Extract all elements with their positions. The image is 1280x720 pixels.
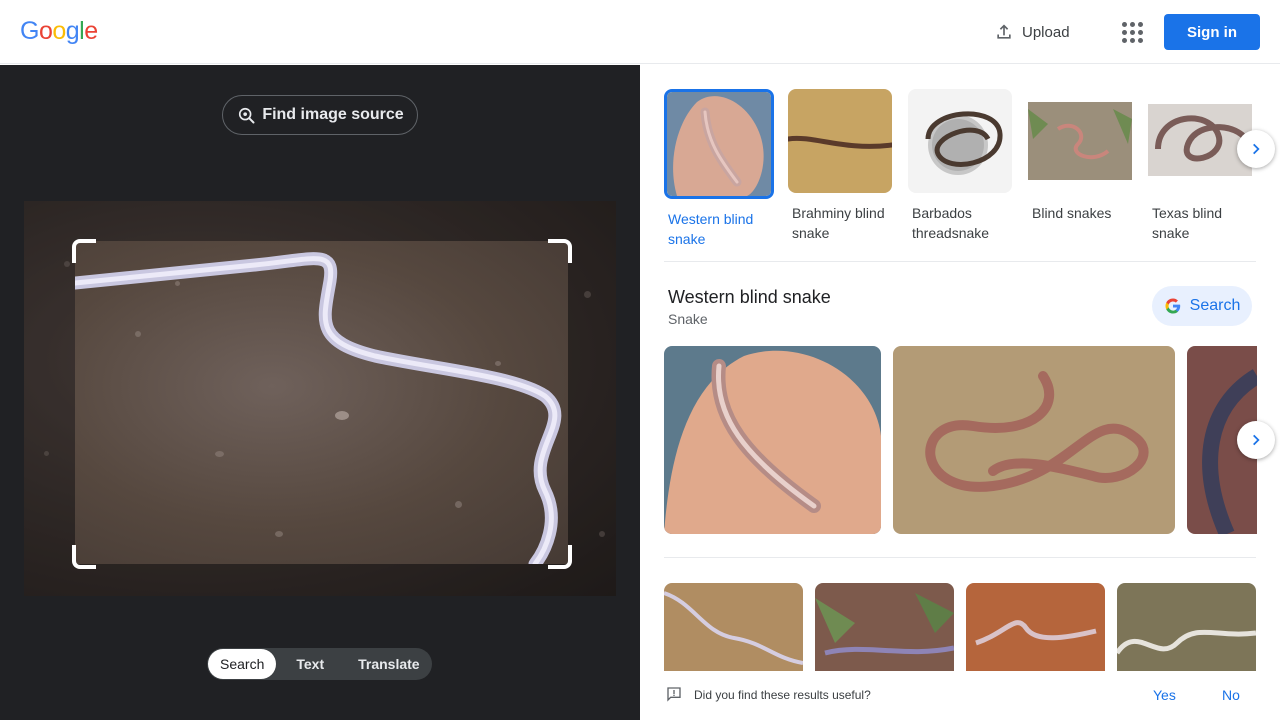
uploaded-photo bbox=[24, 201, 616, 596]
mode-translate-tab[interactable]: Translate bbox=[346, 649, 431, 679]
entity-thumbnail bbox=[1148, 89, 1252, 193]
chevron-right-icon bbox=[1253, 434, 1260, 446]
result-image[interactable] bbox=[893, 346, 1175, 534]
divider bbox=[664, 557, 1256, 558]
entity-chip-blind-snakes[interactable]: Blind snakes bbox=[1028, 89, 1138, 223]
logo-letter: o bbox=[38, 17, 53, 45]
entity-label: Western blind snake bbox=[668, 211, 754, 247]
entity-thumbnail bbox=[664, 89, 774, 199]
find-image-source-label: Find image source bbox=[262, 106, 404, 123]
result-image[interactable] bbox=[664, 346, 881, 534]
crop-handle-top-right[interactable] bbox=[548, 239, 572, 263]
upload-button[interactable]: Upload bbox=[984, 12, 1074, 52]
entity-chip-texas-blind-snake[interactable]: Texas blind snake bbox=[1148, 89, 1258, 243]
feedback-question: Did you find these results useful? bbox=[694, 688, 871, 702]
entity-thumbnail bbox=[788, 89, 892, 193]
lens-mode-switch: Search Text Translate bbox=[207, 648, 432, 680]
logo-letter: o bbox=[52, 17, 66, 45]
feedback-icon bbox=[667, 687, 681, 702]
result-title: Western blind snake bbox=[668, 287, 831, 307]
visual-match-image[interactable] bbox=[1117, 583, 1256, 673]
entity-chip-western-blind-snake[interactable]: Western blind snake bbox=[664, 89, 774, 249]
divider bbox=[664, 261, 1256, 262]
visual-match-image[interactable] bbox=[815, 583, 954, 673]
google-logo[interactable]: Google bbox=[20, 17, 98, 46]
feedback-bar: Did you find these results useful? Yes N… bbox=[640, 671, 1280, 720]
sign-in-button[interactable]: Sign in bbox=[1164, 14, 1260, 50]
entity-thumbnail bbox=[908, 89, 1012, 193]
entity-chip-brahminy-blind-snake[interactable]: Brahminy blind snake bbox=[788, 89, 898, 243]
logo-letter: e bbox=[84, 17, 98, 45]
related-entities-carousel: Western blind snake Brahminy blind snake bbox=[664, 89, 1264, 249]
entity-label: Barbados threadsnake bbox=[912, 205, 990, 241]
mode-search-tab[interactable]: Search bbox=[208, 649, 277, 679]
result-subtitle: Snake bbox=[668, 311, 708, 327]
feedback-no-button[interactable]: No bbox=[1222, 687, 1240, 703]
crop-handle-top-left[interactable] bbox=[72, 239, 96, 263]
visual-match-image[interactable] bbox=[664, 583, 803, 673]
google-apps-icon[interactable] bbox=[1118, 14, 1146, 50]
crop-handle-bottom-left[interactable] bbox=[72, 545, 96, 569]
carousel-next-button[interactable] bbox=[1237, 130, 1275, 168]
chevron-right-icon bbox=[1253, 143, 1260, 155]
google-g-icon bbox=[1165, 298, 1180, 314]
lens-search-icon bbox=[239, 107, 255, 124]
entity-chip-barbados-threadsnake[interactable]: Barbados threadsnake bbox=[908, 89, 1018, 243]
find-image-source-button[interactable]: Find image source bbox=[222, 95, 418, 135]
snake-in-photo bbox=[75, 252, 562, 564]
crop-region[interactable] bbox=[75, 241, 568, 564]
entity-thumbnail bbox=[1028, 89, 1132, 193]
entity-label: Blind snakes bbox=[1032, 205, 1112, 221]
upload-label: Upload bbox=[1022, 23, 1070, 41]
results-pane: Western blind snake Brahminy blind snake bbox=[640, 65, 1280, 720]
upload-icon bbox=[997, 24, 1011, 39]
entity-label: Texas blind snake bbox=[1152, 205, 1223, 241]
logo-letter: G bbox=[20, 17, 39, 45]
image-viewer-pane: Find image source Search Text Translate bbox=[0, 65, 640, 720]
feedback-yes-button[interactable]: Yes bbox=[1153, 687, 1176, 703]
top-bar: Google Upload Sign in bbox=[0, 0, 1280, 64]
image-row-next-button[interactable] bbox=[1237, 421, 1275, 459]
crop-handle-bottom-right[interactable] bbox=[548, 545, 572, 569]
entity-label: Brahminy blind snake bbox=[792, 205, 885, 241]
google-search-button[interactable]: Search bbox=[1152, 286, 1252, 326]
search-label: Search bbox=[1189, 297, 1241, 314]
mode-text-tab[interactable]: Text bbox=[284, 649, 336, 679]
visual-match-image[interactable] bbox=[966, 583, 1105, 673]
logo-letter: g bbox=[65, 17, 80, 45]
